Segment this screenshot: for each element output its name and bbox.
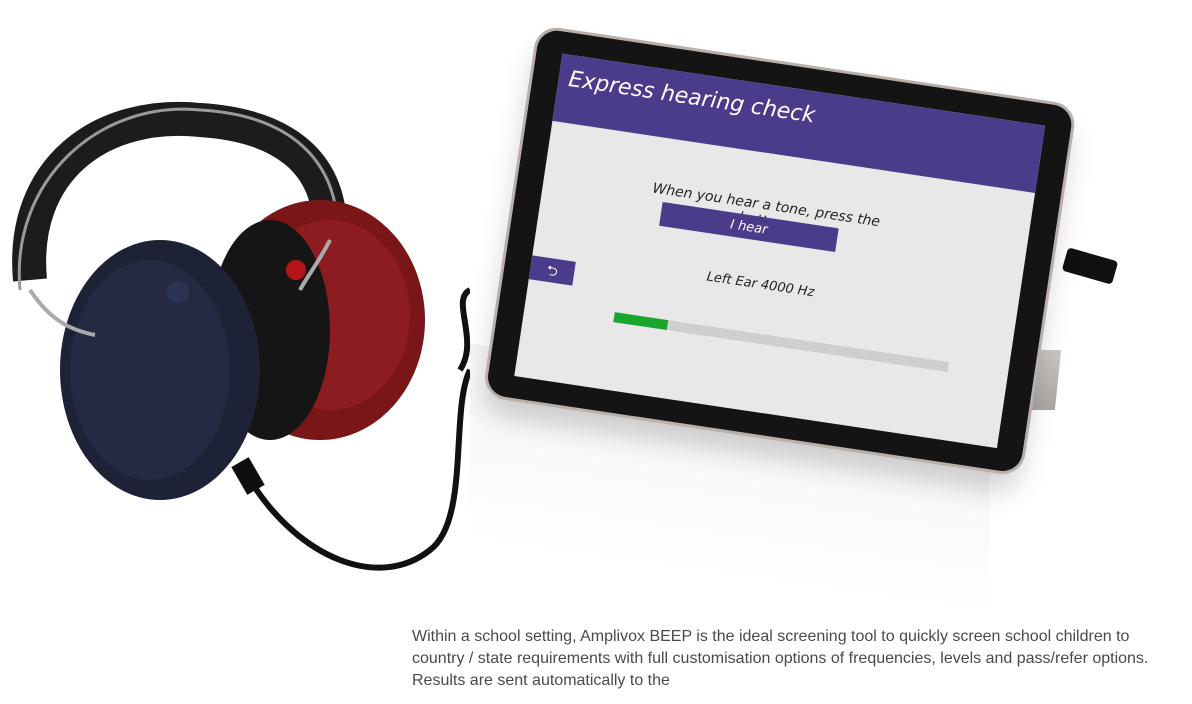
test-progress-fill (613, 312, 669, 331)
back-arrow-icon: ⮌ (545, 261, 560, 280)
usb-plug (1061, 247, 1119, 285)
red-cup-knob (286, 260, 306, 280)
product-photo-scene: Express hearing check When you hear a to… (0, 0, 1192, 704)
back-button[interactable]: ⮌ (528, 255, 576, 286)
ear-frequency-status: Left Ear 4000 Hz (705, 269, 816, 301)
headphones-image (12, 101, 470, 571)
tablet-cable (457, 287, 470, 372)
test-progress-bar (613, 312, 950, 373)
tablet-device: Express hearing check When you hear a to… (485, 28, 1075, 474)
navy-cup-knob (167, 281, 189, 303)
caption-text: Within a school setting, Amplivox BEEP i… (412, 628, 1149, 689)
